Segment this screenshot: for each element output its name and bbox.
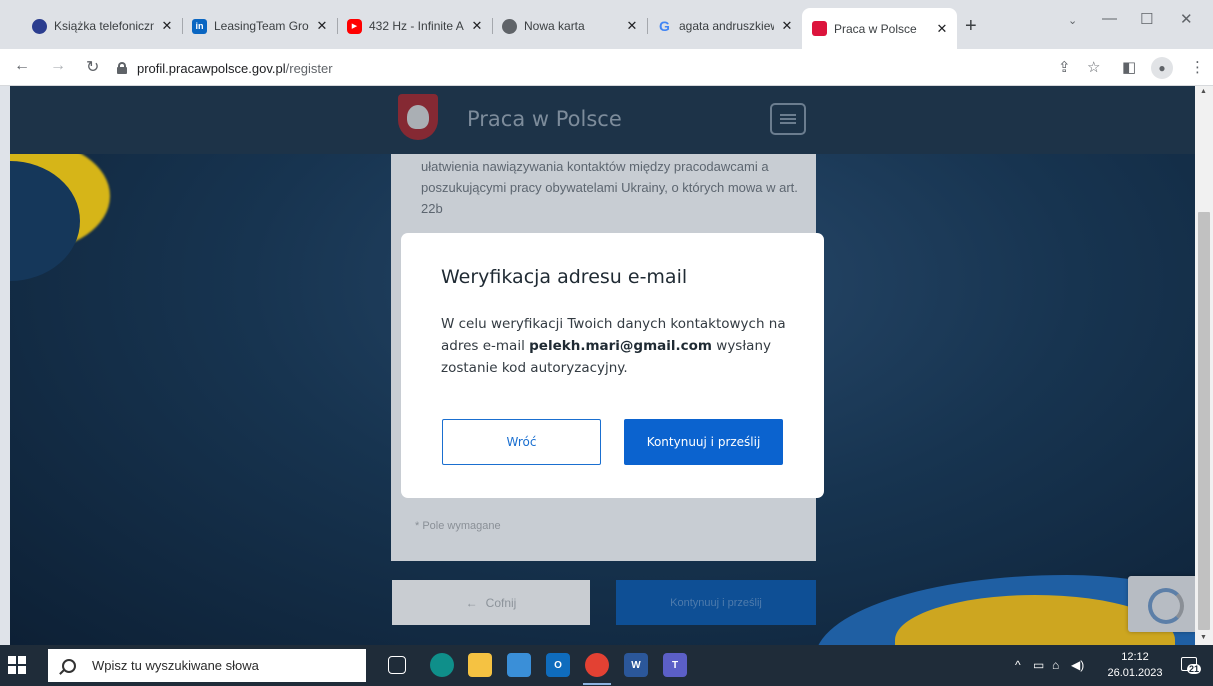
back-arrow-icon[interactable]: ← (14, 57, 30, 75)
tab-ksiazka[interactable]: Książka telefoniczn ✕ (22, 10, 183, 42)
tab-title: LeasingTeam Grou (214, 19, 309, 33)
youtube-icon: ▶ (347, 18, 362, 34)
dialog-continue-button[interactable]: Kontynuuj i prześlij (624, 419, 783, 465)
remote-app-icon[interactable] (507, 653, 531, 677)
new-tab-button[interactable]: + (965, 15, 977, 38)
share-icon[interactable]: ⇪ (1058, 58, 1071, 76)
poland-emblem-icon (812, 21, 827, 36)
tab-new[interactable]: Nowa karta ✕ (492, 10, 648, 42)
system-clock[interactable]: 12:12 26.01.2023 (1102, 649, 1168, 681)
close-tab-icon[interactable]: ✕ (160, 18, 174, 34)
file-explorer-icon[interactable] (468, 653, 492, 677)
scroll-down-arrow-icon[interactable]: ▼ (1200, 634, 1207, 641)
site-header: Praca w Polsce (10, 86, 1195, 154)
back-button[interactable]: ← Cofnij (392, 580, 590, 625)
teams-icon[interactable]: T (663, 653, 687, 677)
close-tab-icon[interactable]: ✕ (935, 21, 949, 37)
outlook-icon[interactable]: O (546, 653, 570, 677)
close-tab-icon[interactable]: ✕ (470, 18, 484, 34)
search-icon (62, 658, 76, 673)
tab-strip: Książka telefoniczn ✕ in LeasingTeam Gro… (0, 0, 1213, 49)
continue-button-label: Kontynuuj i prześlij (670, 596, 762, 609)
bookmark-star-icon[interactable]: ☆ (1087, 58, 1100, 76)
dialog-title: Weryfikacja adresu e-mail (441, 266, 688, 288)
forward-arrow-icon[interactable]: → (50, 57, 66, 75)
word-icon[interactable]: W (624, 653, 648, 677)
dialog-message: W celu weryfikacji Twoich danych kontakt… (441, 313, 796, 379)
tab-leasingteam[interactable]: in LeasingTeam Grou ✕ (182, 10, 338, 42)
url-domain: profil.pracawpolsce.gov.pl (137, 60, 286, 76)
minimize-button[interactable]: — (1102, 10, 1117, 27)
network-icon[interactable]: ⌂ (1052, 658, 1059, 672)
linkedin-icon: in (192, 18, 207, 34)
tab-title: Praca w Polsce (834, 21, 917, 36)
scroll-up-arrow-icon[interactable]: ▲ (1200, 88, 1207, 95)
search-placeholder: Wpisz tu wyszukiwane słowa (92, 658, 259, 673)
poland-emblem-logo[interactable] (398, 94, 438, 140)
browser-toolbar: ← → ↻ profil.pracawpolsce.gov.pl/registe… (0, 49, 1213, 86)
volume-icon[interactable]: ◀) (1071, 658, 1084, 672)
clock-date: 26.01.2023 (1107, 667, 1163, 679)
email-address: pelekh.mari@gmail.com (529, 338, 712, 354)
chrome-icon[interactable] (583, 653, 611, 685)
side-panel-icon[interactable]: ◧ (1122, 58, 1136, 76)
notification-count: 21 (1187, 664, 1202, 674)
arrow-left-icon: ← (465, 595, 478, 610)
site-title[interactable]: Praca w Polsce (467, 107, 622, 131)
back-button-label: Cofnij (485, 595, 517, 610)
page-scrollbar[interactable]: ▲ ▼ (1195, 86, 1213, 645)
page-viewport: Praca w Polsce ułatwienia nawiązywania k… (10, 86, 1195, 645)
profile-avatar-icon[interactable]: ● (1151, 57, 1173, 79)
lock-icon (117, 62, 127, 74)
dialog-back-button[interactable]: Wróć (442, 419, 601, 465)
maximize-button[interactable]: ☐ (1140, 10, 1153, 28)
chrome-icon (502, 18, 517, 34)
tab-title: Książka telefoniczn (54, 19, 154, 33)
close-tab-icon[interactable]: ✕ (780, 18, 794, 34)
close-window-button[interactable]: ✕ (1180, 10, 1193, 28)
consent-text: ułatwienia nawiązywania kontaktów między… (421, 159, 798, 216)
tab-praca-active[interactable]: Praca w Polsce ✕ (802, 8, 957, 49)
windows-start-icon[interactable] (8, 656, 26, 674)
tray-chevron-icon[interactable]: ^ (1015, 658, 1021, 672)
scroll-thumb[interactable] (1198, 212, 1210, 630)
tab-title: Nowa karta (524, 19, 585, 33)
recaptcha-badge[interactable] (1128, 576, 1195, 632)
continue-submit-button[interactable]: Kontynuuj i prześlij (616, 580, 816, 625)
tab-youtube[interactable]: ▶ 432 Hz - Infinite Al ✕ (337, 10, 493, 42)
more-menu-icon[interactable]: ⋮ (1190, 58, 1205, 76)
taskbar-search-box[interactable]: Wpisz tu wyszukiwane słowa (48, 649, 366, 682)
address-bar[interactable]: profil.pracawpolsce.gov.pl/register (117, 54, 1037, 82)
task-view-icon[interactable] (388, 656, 406, 674)
tab-search-icon[interactable]: ⌄ (1068, 14, 1077, 27)
required-field-note: * Pole wymagane (415, 520, 501, 532)
close-tab-icon[interactable]: ✕ (625, 18, 639, 34)
battery-icon[interactable]: ▭ (1033, 658, 1044, 672)
close-tab-icon[interactable]: ✕ (315, 18, 329, 34)
edge-icon[interactable] (430, 653, 454, 677)
url-path: /register (285, 60, 333, 76)
tab-title: 432 Hz - Infinite Al (369, 19, 464, 33)
google-icon: G (659, 18, 670, 34)
notification-center-icon[interactable]: 21 (1179, 655, 1202, 675)
menu-icon (780, 114, 796, 124)
email-verification-dialog: Weryfikacja adresu e-mail W celu weryfik… (401, 233, 824, 498)
tab-google[interactable]: G agata andruszkiew ✕ (647, 10, 802, 42)
windows-taskbar: Wpisz tu wyszukiwane słowa O W T ^ ▭ ⌂ ◀… (0, 645, 1213, 686)
hamburger-menu-button[interactable] (770, 103, 806, 135)
clock-time: 12:12 (1121, 651, 1149, 663)
reload-icon[interactable]: ↻ (86, 57, 99, 77)
globe-icon (32, 18, 47, 34)
tab-title: agata andruszkiew (679, 19, 774, 33)
